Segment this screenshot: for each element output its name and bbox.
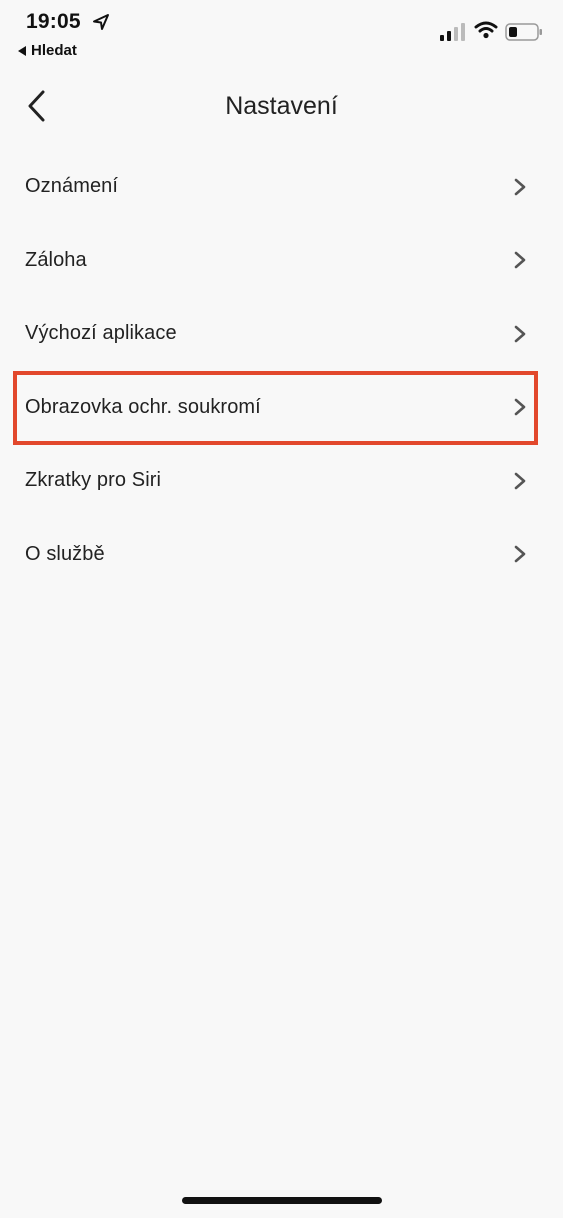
wifi-icon	[474, 21, 498, 39]
menu-item-about[interactable]: O službě	[0, 518, 563, 592]
chevron-right-icon	[514, 398, 526, 416]
settings-menu: Oznámení Záloha Výchozí aplikace Obrazov…	[0, 150, 563, 591]
menu-item-label: Záloha	[25, 248, 87, 271]
back-to-app-link[interactable]: Hledat	[18, 42, 77, 59]
chevron-right-icon	[514, 325, 526, 343]
back-to-app-label: Hledat	[31, 42, 77, 59]
menu-item-siri-shortcuts[interactable]: Zkratky pro Siri	[0, 444, 563, 518]
menu-item-label: Zkratky pro Siri	[25, 469, 162, 492]
menu-item-label: Výchozí aplikace	[25, 322, 177, 345]
location-arrow-icon	[93, 14, 109, 30]
menu-item-label: Oznámení	[25, 175, 119, 198]
status-bar: 19:05 Hledat	[0, 0, 563, 62]
menu-item-label: Obrazovka ochr. soukromí	[25, 395, 261, 418]
menu-item-notifications[interactable]: Oznámení	[0, 150, 563, 224]
cellular-signal-icon	[440, 23, 465, 41]
menu-item-privacy-screen[interactable]: Obrazovka ochr. soukromí	[0, 370, 563, 444]
menu-item-default-apps[interactable]: Výchozí aplikace	[0, 297, 563, 371]
battery-icon	[505, 23, 542, 41]
navigation-bar: Nastavení	[0, 70, 563, 146]
home-indicator[interactable]	[182, 1197, 382, 1204]
menu-item-label: O službě	[25, 542, 105, 565]
chevron-right-icon	[514, 472, 526, 490]
chevron-right-icon	[514, 545, 526, 563]
status-time: 19:05	[26, 10, 81, 33]
menu-item-backup[interactable]: Záloha	[0, 224, 563, 298]
chevron-right-icon	[514, 251, 526, 269]
chevron-right-icon	[514, 178, 526, 196]
back-triangle-icon	[18, 45, 26, 56]
page-title: Nastavení	[225, 92, 338, 120]
